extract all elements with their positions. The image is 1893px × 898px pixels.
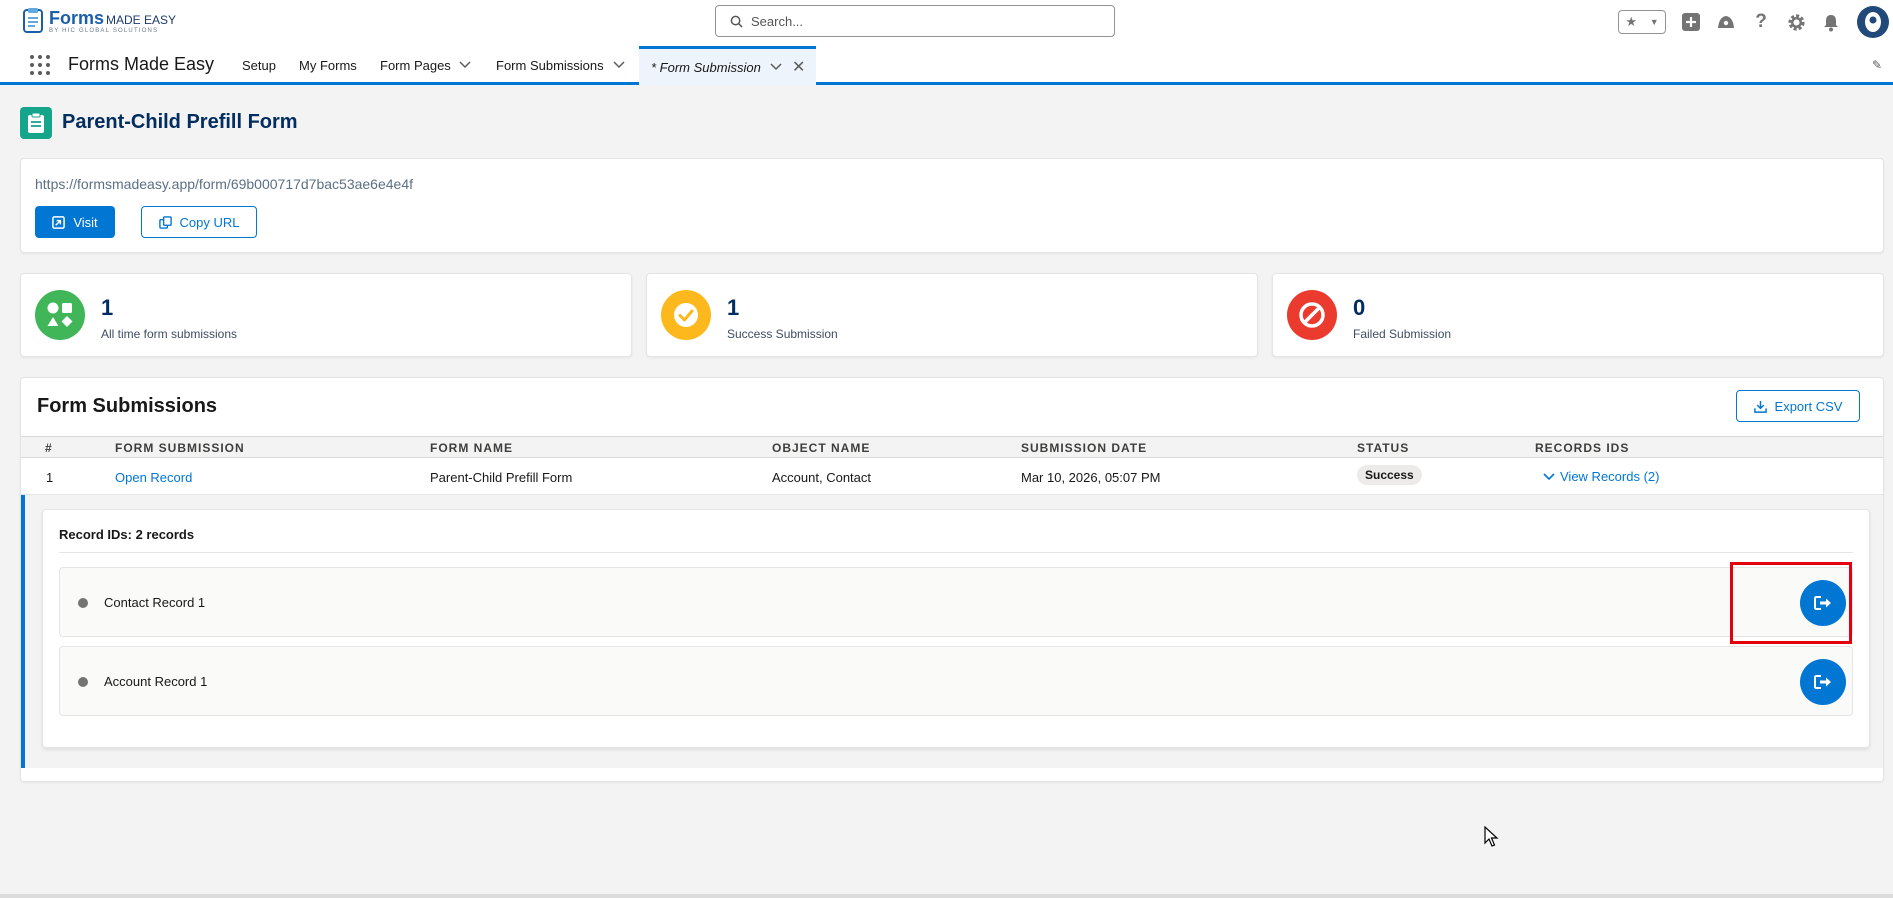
divider [59, 552, 1853, 553]
record-label: Contact Record 1 [104, 595, 206, 610]
visit-icon [52, 215, 66, 229]
open-record-button[interactable] [1800, 659, 1846, 705]
row-number: 1 [46, 470, 54, 485]
column-header-object-name[interactable]: OBJECT NAME [772, 441, 870, 455]
stat-label: All time form submissions [101, 327, 238, 341]
record-label: Account Record 1 [104, 674, 208, 689]
app-navigation-bar: Forms Made Easy Setup My Forms Form Page… [0, 44, 1893, 85]
global-add-icon[interactable] [1680, 11, 1702, 33]
nav-item-form-submissions[interactable]: Form Submissions [496, 58, 604, 73]
logo-sub-text: BY HIC GLOBAL SOLUTIONS [49, 27, 159, 34]
copy-url-button[interactable]: Copy URL [141, 206, 257, 238]
record-ids-title: Record IDs: 2 records [59, 527, 195, 542]
export-csv-label: Export CSV [1774, 398, 1843, 414]
search-icon [730, 15, 743, 28]
search-placeholder: Search... [751, 13, 804, 29]
app-name: Forms Made Easy [68, 54, 215, 74]
form-url: https://formsmadeasy.app/form/69b000717d… [35, 176, 413, 192]
form-submissions-card: Form Submissions Export CSV # FORM SUBMI… [20, 377, 1884, 782]
global-header: Forms MADE EASY BY HIC GLOBAL SOLUTIONS S… [0, 0, 1893, 44]
tab-close-icon[interactable]: ✕ [792, 57, 805, 77]
nav-item-my-forms[interactable]: My Forms [299, 58, 357, 73]
global-search-input[interactable]: Search... [715, 5, 1115, 37]
chevron-down-icon [1543, 472, 1555, 480]
tab-chevron-down-icon[interactable] [770, 63, 782, 71]
view-records-toggle[interactable]: View Records (2) [1543, 469, 1659, 484]
open-record-link[interactable]: Open Record [115, 470, 192, 485]
object-name-cell: Account, Contact [772, 470, 871, 485]
user-avatar[interactable] [1857, 6, 1889, 38]
record-ids-card: Record IDs: 2 records Contact Record 1 A… [42, 509, 1870, 748]
help-icon[interactable]: ? [1750, 11, 1772, 33]
record-item: Contact Record 1 [59, 567, 1853, 637]
nav-item-setup[interactable]: Setup [242, 58, 276, 73]
column-header-form-submission[interactable]: FORM SUBMISSION [115, 441, 245, 455]
logo-main-text: Forms [49, 7, 105, 28]
column-header-status[interactable]: STATUS [1357, 441, 1409, 455]
bullet-dot-icon [78, 598, 88, 608]
column-header-form-name[interactable]: FORM NAME [430, 441, 513, 455]
form-clipboard-icon [20, 107, 52, 139]
stat-card-success: 1 Success Submission [646, 273, 1258, 357]
column-header-number: # [45, 441, 53, 455]
header-actions: ★ ▼ ? [1618, 6, 1889, 38]
success-check-icon [661, 290, 711, 340]
view-records-label: View Records (2) [1560, 469, 1660, 484]
record-item: Account Record 1 [59, 646, 1853, 716]
stat-label: Failed Submission [1353, 327, 1452, 341]
table-row: 1 Open Record Parent-Child Prefill Form … [21, 459, 1883, 495]
favorites-dropdown-icon[interactable]: ▼ [1650, 17, 1659, 27]
stat-label: Success Submission [727, 327, 838, 341]
submission-date-cell: Mar 10, 2026, 05:07 PM [1021, 470, 1161, 485]
stat-value: 0 [1353, 295, 1366, 320]
sign-out-arrow-icon [1814, 675, 1831, 689]
favorites-star-icon: ★ [1625, 14, 1637, 29]
mouse-cursor-icon [1484, 826, 1499, 847]
copy-icon [158, 215, 172, 229]
export-csv-button[interactable]: Export CSV [1736, 390, 1860, 422]
visit-button[interactable]: Visit [35, 206, 115, 238]
column-header-submission-date[interactable]: SUBMISSION DATE [1021, 441, 1147, 455]
form-submissions-chevron-down-icon[interactable] [613, 61, 625, 69]
stat-card-all-submissions: 1 All time form submissions [20, 273, 632, 357]
tab-form-submission-label: * Form Submission [651, 59, 761, 75]
highlight-box [1730, 562, 1852, 644]
failed-ban-icon [1287, 290, 1337, 340]
favorites-button[interactable]: ★ ▼ [1618, 10, 1666, 34]
logo-icon [23, 8, 43, 33]
nav-item-form-pages[interactable]: Form Pages [380, 58, 451, 73]
form-name-cell: Parent-Child Prefill Form [430, 470, 573, 485]
visit-button-label: Visit [73, 214, 98, 230]
trailhead-icon[interactable] [1715, 11, 1737, 33]
stat-card-failed: 0 Failed Submission [1272, 273, 1884, 357]
page-title: Parent-Child Prefill Form [62, 111, 298, 133]
edit-nav-pencil-icon[interactable]: ✎ [1872, 58, 1882, 72]
form-url-card: https://formsmadeasy.app/form/69b000717d… [20, 158, 1884, 253]
app-launcher-icon[interactable] [30, 55, 50, 75]
shapes-icon [35, 290, 85, 340]
tab-form-submission[interactable]: * Form Submission ✕ [639, 46, 816, 85]
setup-gear-icon[interactable] [1785, 11, 1807, 33]
bullet-dot-icon [78, 677, 88, 687]
status-badge: Success [1357, 465, 1422, 485]
logo-small-text: MADE EASY [106, 12, 177, 27]
table-header: # FORM SUBMISSION FORM NAME OBJECT NAME … [21, 436, 1883, 458]
column-header-records-ids[interactable]: RECORDS IDS [1535, 441, 1629, 455]
notifications-bell-icon[interactable] [1820, 11, 1842, 33]
download-icon [1753, 400, 1767, 413]
stat-value: 1 [101, 295, 114, 320]
records-expanded-panel: Record IDs: 2 records Contact Record 1 A… [21, 495, 1883, 768]
bottom-bar [0, 894, 1893, 898]
copy-url-button-label: Copy URL [179, 214, 240, 230]
form-pages-chevron-down-icon[interactable] [459, 61, 471, 69]
stat-value: 1 [727, 295, 740, 320]
section-title: Form Submissions [37, 395, 218, 417]
forms-made-easy-logo[interactable]: Forms MADE EASY BY HIC GLOBAL SOLUTIONS [22, 7, 176, 35]
